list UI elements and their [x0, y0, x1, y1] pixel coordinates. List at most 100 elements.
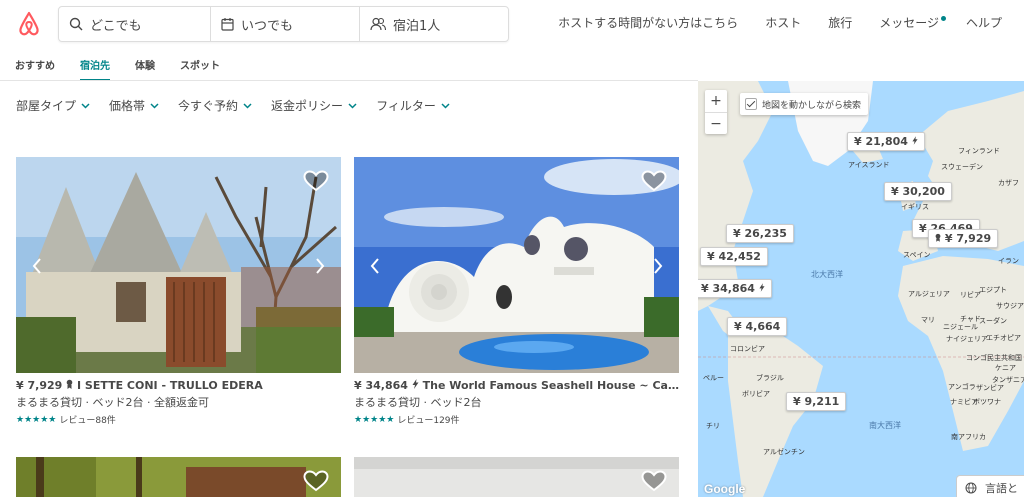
- tab-recommended[interactable]: おすすめ: [15, 57, 55, 81]
- map-panel[interactable]: + − 地図を動かしながら検索 アイスランド フィンランド スウェーデン カザフ…: [698, 81, 1024, 497]
- listing-card[interactable]: [354, 457, 679, 497]
- chevron-down-icon: [348, 102, 357, 109]
- calendar-icon: [221, 18, 234, 31]
- map-label-country: アンゴラ: [948, 383, 976, 391]
- tab-experiences[interactable]: 体験: [135, 57, 155, 81]
- price-pin-label: ¥ 42,452: [707, 250, 761, 263]
- price-pin[interactable]: ¥ 9,211: [786, 392, 847, 411]
- listing-title: The World Famous Seashell House ~ Casa …: [422, 379, 679, 392]
- filter-more[interactable]: フィルター: [376, 97, 450, 114]
- listing-rating: ★★★★★ レビュー88件: [16, 413, 341, 427]
- checkbox-checked-icon[interactable]: [745, 98, 757, 110]
- price-pin[interactable]: ¥ 21,804: [847, 132, 925, 151]
- nav-messages[interactable]: メッセージ: [879, 14, 946, 31]
- listing-review-count: レビュー88件: [59, 416, 116, 426]
- map-label-country: ザンビア: [976, 384, 1004, 392]
- when-field-text: いつでも: [241, 18, 294, 34]
- tab-places[interactable]: スポット: [180, 57, 220, 81]
- airbnb-logo-icon[interactable]: [14, 9, 44, 39]
- heart-icon[interactable]: [303, 470, 329, 492]
- tab-homes[interactable]: 宿泊先: [80, 57, 110, 81]
- listing-photo[interactable]: [16, 457, 341, 497]
- language-button-label: 言語と: [985, 482, 1018, 495]
- price-pin-label: ¥ 9,211: [793, 395, 840, 408]
- guests-field-text: 宿泊1人: [393, 18, 441, 34]
- map-label-country: イギリス: [901, 203, 929, 211]
- when-field[interactable]: いつでも: [210, 7, 359, 41]
- listing-photo[interactable]: [16, 157, 341, 373]
- star-rating-icon: ★★★★★: [354, 414, 395, 425]
- heart-icon[interactable]: [641, 470, 667, 492]
- header-divider: [0, 80, 698, 81]
- listing-card[interactable]: ¥ 7,929 I SETTE CONI - TRULLO EDERA まるまる…: [16, 157, 341, 426]
- star-rating-icon: ★★★★★: [16, 414, 57, 425]
- listing-photo[interactable]: [354, 157, 679, 373]
- instant-book-icon: [912, 136, 918, 145]
- listing-title-line: ¥ 7,929 I SETTE CONI - TRULLO EDERA: [16, 379, 341, 392]
- map-label-country: 南アフリカ: [951, 433, 986, 441]
- nav-travel[interactable]: 旅行: [828, 14, 852, 31]
- map-label-country: スウェーデン: [941, 163, 983, 171]
- map-label-country: チャド: [960, 315, 981, 323]
- price-pin-label: ¥ 30,200: [891, 185, 945, 198]
- trullo-photo: [16, 157, 341, 373]
- map-label-country: マリ: [921, 316, 935, 324]
- price-pin[interactable]: ¥ 7,929: [928, 229, 999, 248]
- price-pin[interactable]: ¥ 4,664: [727, 317, 788, 336]
- map-label-ocean: 南大西洋: [869, 421, 901, 430]
- zoom-in-button[interactable]: +: [705, 90, 727, 112]
- interior-photo: [354, 457, 679, 497]
- search-bar[interactable]: どこでも いつでも 宿泊1人: [58, 6, 509, 42]
- map-label-country: ケニア: [995, 364, 1016, 372]
- filter-price[interactable]: 価格帯: [109, 97, 159, 114]
- price-pin-label: ¥ 21,804: [854, 135, 908, 148]
- prev-photo-icon[interactable]: [32, 257, 42, 275]
- chevron-down-icon: [81, 102, 90, 109]
- map-label-country: リビア: [960, 291, 981, 299]
- filter-refund-policy[interactable]: 返金ポリシー: [271, 97, 357, 114]
- zoom-out-button[interactable]: −: [705, 112, 727, 134]
- nav-host-promo[interactable]: ホストする時間がない方はこちら: [558, 14, 738, 31]
- guests-field[interactable]: 宿泊1人: [359, 7, 508, 41]
- price-pin[interactable]: ¥ 26,235: [726, 224, 794, 243]
- where-field[interactable]: どこでも: [59, 7, 210, 41]
- map-label-ocean: 北大西洋: [811, 270, 843, 279]
- unread-dot-icon: [940, 16, 946, 21]
- filter-refund-policy-label: 返金ポリシー: [271, 99, 344, 113]
- filter-room-type-label: 部屋タイプ: [16, 99, 77, 113]
- listing-title-line: ¥ 34,864 The World Famous Seashell House…: [354, 379, 679, 392]
- price-pin[interactable]: ¥ 30,200: [884, 182, 952, 201]
- filter-instant-book-label: 今すぐ予約: [178, 99, 239, 113]
- seashell-house-photo: [354, 157, 679, 373]
- top-nav: ホストする時間がない方はこちら ホスト 旅行 メッセージ ヘルプ: [531, 14, 1002, 31]
- listing-card[interactable]: ¥ 34,864 The World Famous Seashell House…: [354, 157, 679, 426]
- search-as-map-moves-label: 地図を動かしながら検索: [762, 100, 862, 111]
- chevron-down-icon: [441, 102, 450, 109]
- filter-room-type[interactable]: 部屋タイプ: [16, 97, 90, 114]
- map-label-country: チリ: [706, 422, 720, 430]
- price-pin[interactable]: ¥ 42,452: [700, 247, 768, 266]
- superhost-badge-icon: [66, 379, 73, 389]
- category-tabs: おすすめ 宿泊先 体験 スポット: [15, 57, 245, 81]
- search-as-map-moves-toggle[interactable]: 地図を動かしながら検索: [740, 93, 869, 115]
- listing-card[interactable]: [16, 457, 341, 497]
- price-pin[interactable]: ¥ 34,864: [698, 279, 772, 298]
- heart-icon[interactable]: [641, 170, 667, 192]
- filter-bar: 部屋タイプ 価格帯 今すぐ予約 返金ポリシー フィルター: [16, 97, 469, 114]
- nav-help[interactable]: ヘルプ: [966, 14, 1002, 31]
- heart-icon[interactable]: [303, 170, 329, 192]
- map-label-country: アルゼンチン: [763, 448, 805, 456]
- listing-photo[interactable]: [354, 457, 679, 497]
- next-photo-icon[interactable]: [653, 257, 663, 275]
- listing-review-count: レビュー129件: [397, 416, 460, 426]
- filter-instant-book[interactable]: 今すぐ予約: [178, 97, 252, 114]
- nav-host[interactable]: ホスト: [765, 14, 801, 31]
- map-label-country: ボリビア: [742, 390, 770, 398]
- map-label-country: フィンランド: [958, 147, 1000, 155]
- next-photo-icon[interactable]: [315, 257, 325, 275]
- map-label-country: ブラジル: [756, 374, 784, 382]
- price-pin-label: ¥ 4,664: [734, 320, 781, 333]
- filter-more-label: フィルター: [376, 99, 436, 113]
- prev-photo-icon[interactable]: [370, 257, 380, 275]
- language-currency-button[interactable]: 言語と: [956, 475, 1024, 497]
